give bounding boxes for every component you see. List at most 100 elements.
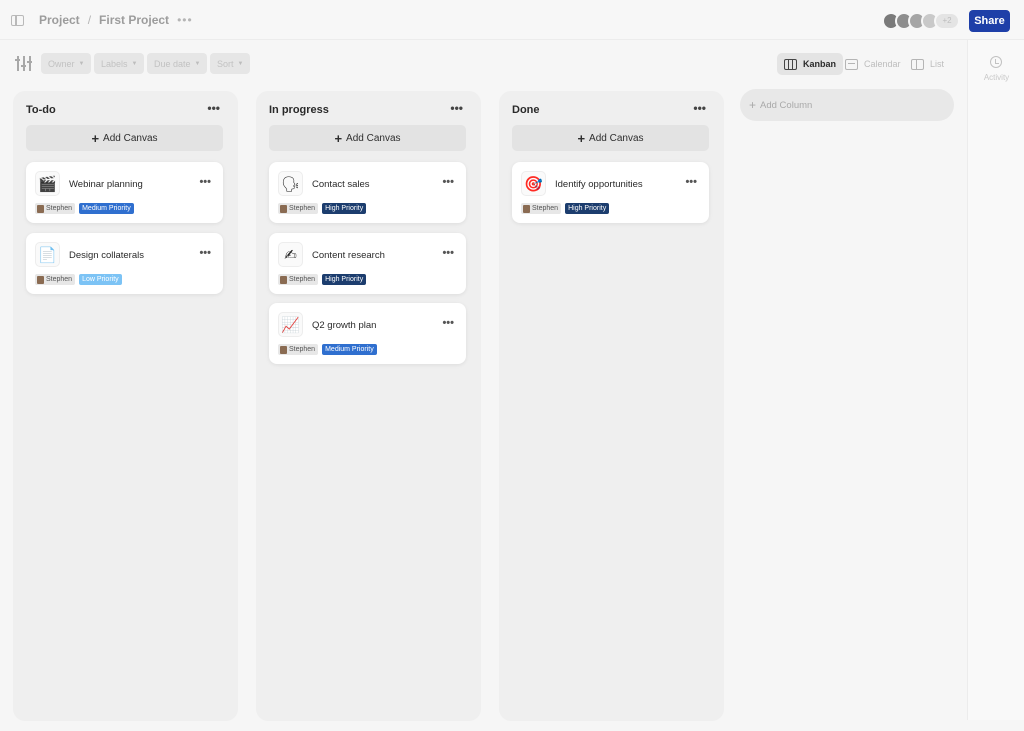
- column-todo: To-do ••• + Add Canvas 🎬 Webinar plannin…: [13, 91, 238, 721]
- sort-button[interactable]: Sort ▼: [210, 53, 251, 74]
- card-title: Webinar planning: [69, 179, 143, 190]
- add-canvas-label: Add Canvas: [589, 132, 644, 144]
- collaborator-avatars[interactable]: +2: [882, 12, 962, 30]
- avatar: [523, 204, 530, 213]
- card-more-icon[interactable]: •••: [442, 247, 454, 259]
- card-title: Q2 growth plan: [312, 320, 377, 331]
- add-canvas-button[interactable]: + Add Canvas: [269, 125, 466, 151]
- priority-badge: High Priority: [322, 203, 367, 214]
- column-in-progress: In progress ••• + Add Canvas 🗣 Contact s…: [256, 91, 481, 721]
- due-date-filter-label: Due date: [154, 58, 191, 69]
- due-date-filter-button[interactable]: Due date ▼: [147, 53, 208, 74]
- card-emoji-icon: 📈: [278, 312, 303, 337]
- kanban-icon: [784, 58, 797, 70]
- add-canvas-button[interactable]: + Add Canvas: [512, 125, 709, 151]
- owner-name: Stephen: [46, 276, 73, 283]
- owner-name: Stephen: [289, 205, 316, 212]
- card-more-icon[interactable]: •••: [442, 176, 454, 188]
- avatar: [280, 204, 287, 213]
- card[interactable]: 📄 Design collaterals ••• Stephen Low Pri…: [26, 233, 223, 294]
- card[interactable]: 🎯 Identify opportunities ••• Stephen Hig…: [512, 162, 709, 223]
- labels-filter-button[interactable]: Labels ▼: [94, 53, 145, 74]
- priority-badge: Medium Priority: [322, 344, 377, 355]
- priority-badge: Medium Priority: [79, 203, 134, 214]
- chevron-down-icon: ▼: [237, 60, 244, 67]
- list-icon: [911, 58, 924, 70]
- column-title: To-do: [26, 104, 56, 116]
- share-button[interactable]: Share: [969, 10, 1010, 32]
- owner-filter-label: Owner: [48, 58, 75, 69]
- activity-label: Activity: [983, 73, 1010, 82]
- tab-kanban-label: Kanban: [803, 59, 837, 69]
- priority-badge: Low Priority: [79, 274, 122, 285]
- breadcrumb-more-icon[interactable]: •••: [177, 13, 193, 27]
- tab-list-label: List: [930, 59, 945, 69]
- owner-tag: Stephen: [278, 274, 319, 285]
- card-title: Identify opportunities: [555, 179, 643, 190]
- breadcrumb-project[interactable]: Project: [39, 13, 80, 27]
- chevron-down-icon: ▼: [78, 60, 85, 67]
- top-bar: Project / First Project ••• +2 Share: [0, 0, 1024, 40]
- card-more-icon[interactable]: •••: [442, 317, 454, 329]
- plus-icon: +: [577, 130, 586, 146]
- breadcrumb-current[interactable]: First Project: [99, 13, 169, 27]
- avatar: [280, 275, 287, 284]
- chevron-down-icon: ▼: [194, 60, 201, 67]
- owner-tag: Stephen: [278, 344, 319, 355]
- card-title: Design collaterals: [69, 250, 144, 261]
- add-canvas-label: Add Canvas: [346, 132, 401, 144]
- column-done: Done ••• + Add Canvas 🎯 Identify opportu…: [499, 91, 724, 721]
- tab-calendar[interactable]: Calendar: [838, 53, 908, 75]
- card[interactable]: ✍ Content research ••• Stephen High Prio…: [269, 233, 466, 294]
- tab-kanban[interactable]: Kanban: [777, 53, 844, 75]
- add-canvas-label: Add Canvas: [103, 132, 158, 144]
- card-tags: Stephen Medium Priority: [35, 203, 134, 214]
- owner-filter-button[interactable]: Owner ▼: [41, 53, 92, 74]
- owner-tag: Stephen: [521, 203, 562, 214]
- owner-name: Stephen: [289, 346, 316, 353]
- card[interactable]: 📈 Q2 growth plan ••• Stephen Medium Prio…: [269, 303, 466, 364]
- owner-name: Stephen: [289, 276, 316, 283]
- sort-label: Sort: [217, 58, 234, 69]
- labels-filter-label: Labels: [101, 58, 128, 69]
- avatar: [280, 345, 287, 354]
- card[interactable]: 🗣 Contact sales ••• Stephen High Priorit…: [269, 162, 466, 223]
- card-emoji-icon: 🎬: [35, 171, 60, 196]
- owner-name: Stephen: [46, 205, 73, 212]
- owner-tag: Stephen: [35, 203, 76, 214]
- priority-badge: High Priority: [565, 203, 610, 214]
- column-title: Done: [512, 104, 540, 116]
- card-more-icon[interactable]: •••: [199, 176, 211, 188]
- card[interactable]: 🎬 Webinar planning ••• Stephen Medium Pr…: [26, 162, 223, 223]
- filter-sliders-icon[interactable]: [15, 56, 32, 71]
- plus-icon: +: [334, 130, 343, 146]
- breadcrumb-separator: /: [87, 13, 92, 27]
- card-emoji-icon: 🗣: [278, 171, 303, 196]
- column-title: In progress: [269, 104, 329, 116]
- avatar: [37, 275, 44, 284]
- tab-list[interactable]: List: [904, 53, 951, 75]
- column-more-icon[interactable]: •••: [207, 101, 220, 115]
- card-emoji-icon: 🎯: [521, 171, 546, 196]
- sidebar-toggle-icon[interactable]: [11, 15, 24, 26]
- card-title: Contact sales: [312, 179, 370, 190]
- card-tags: Stephen Medium Priority: [278, 344, 377, 355]
- card-more-icon[interactable]: •••: [685, 176, 697, 188]
- chevron-down-icon: ▼: [131, 60, 138, 67]
- add-column-button[interactable]: + Add Column: [740, 89, 954, 121]
- add-column-label: Add Column: [760, 99, 813, 111]
- column-more-icon[interactable]: •••: [693, 101, 706, 115]
- add-canvas-button[interactable]: + Add Canvas: [26, 125, 223, 151]
- card-tags: Stephen Low Priority: [35, 274, 122, 285]
- card-more-icon[interactable]: •••: [199, 247, 211, 259]
- column-more-icon[interactable]: •••: [450, 101, 463, 115]
- activity-history-icon[interactable]: [990, 56, 1002, 68]
- owner-tag: Stephen: [278, 203, 319, 214]
- avatar-overflow-count: +2: [934, 12, 960, 30]
- priority-badge: High Priority: [322, 274, 367, 285]
- card-emoji-icon: 📄: [35, 242, 60, 267]
- card-title: Content research: [312, 250, 385, 261]
- plus-icon: +: [749, 98, 757, 112]
- activity-panel: Activity: [967, 40, 1024, 720]
- calendar-icon: [845, 58, 858, 70]
